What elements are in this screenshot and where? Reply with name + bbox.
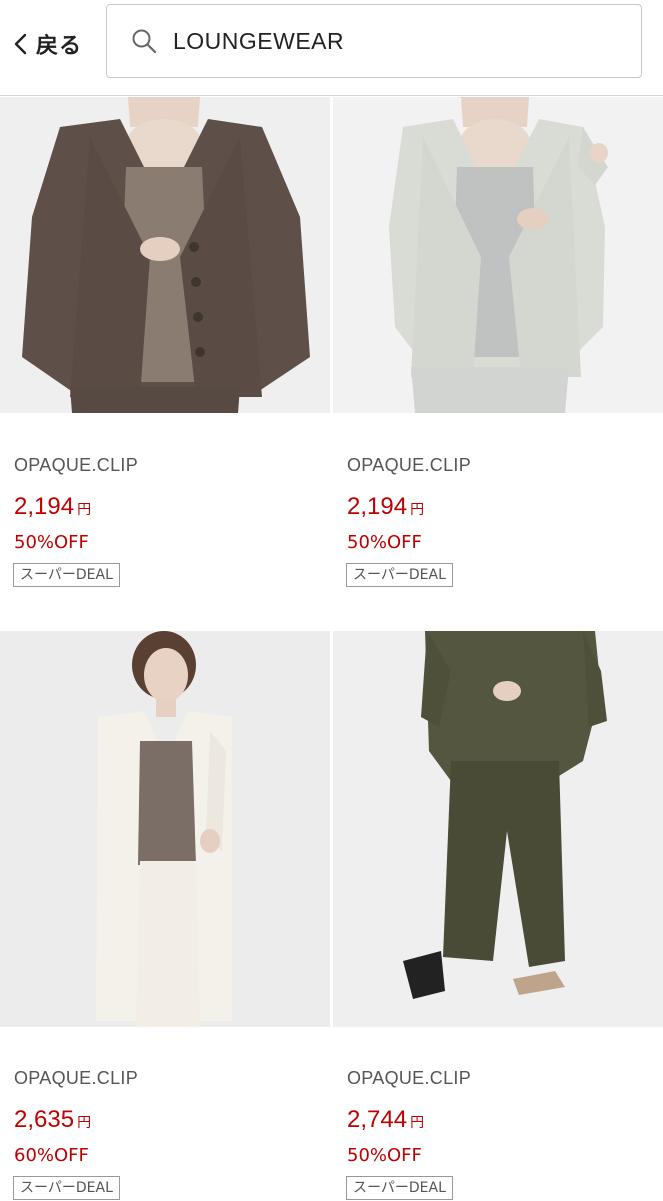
product-image[interactable]: [333, 97, 663, 413]
search-icon: [131, 28, 157, 54]
product-image[interactable]: [0, 97, 330, 413]
brand-name: OPAQUE.CLIP: [14, 455, 139, 475]
brand-name: OPAQUE.CLIP: [347, 455, 472, 475]
currency: 円: [77, 1115, 92, 1131]
currency: 円: [410, 1115, 425, 1131]
price-value: 2,635: [14, 1106, 75, 1133]
search-input[interactable]: [173, 27, 613, 55]
top-bar: 戻る: [0, 0, 663, 96]
price: 2,635 円: [14, 1106, 91, 1134]
super-deal-badge: スーパーDEAL: [346, 1176, 453, 1200]
super-deal-badge: スーパーDEAL: [13, 1176, 120, 1200]
brand-name: OPAQUE.CLIP: [14, 1068, 139, 1088]
price-value: 2,744: [347, 1106, 408, 1133]
price-value: 2,194: [14, 493, 75, 520]
chevron-left-icon: [12, 32, 32, 56]
price-value: 2,194: [347, 493, 408, 520]
discount-label: 50%OFF: [347, 532, 422, 553]
product-image[interactable]: [0, 631, 330, 1027]
product-card[interactable]: OPAQUE.CLIP 2,194 円 50%OFF スーパーDEAL: [333, 97, 663, 617]
back-button[interactable]: 戻る: [12, 26, 82, 62]
back-label: 戻る: [36, 34, 83, 59]
brand-name: OPAQUE.CLIP: [347, 1068, 472, 1088]
price: 2,194 円: [14, 493, 91, 521]
product-card[interactable]: OPAQUE.CLIP 2,194 円 50%OFF スーパーDEAL: [0, 97, 330, 617]
discount-label: 60%OFF: [14, 1145, 89, 1166]
super-deal-badge: スーパーDEAL: [13, 563, 120, 587]
product-image[interactable]: [333, 631, 663, 1027]
product-card[interactable]: OPAQUE.CLIP 2,635 円 60%OFF スーパーDEAL: [0, 631, 330, 1201]
price: 2,194 円: [347, 493, 424, 521]
currency: 円: [410, 502, 425, 518]
product-card[interactable]: OPAQUE.CLIP 2,744 円 50%OFF スーパーDEAL: [333, 631, 663, 1201]
discount-label: 50%OFF: [347, 1145, 422, 1166]
search-bar[interactable]: [106, 4, 642, 78]
discount-label: 50%OFF: [14, 532, 89, 553]
currency: 円: [77, 502, 92, 518]
super-deal-badge: スーパーDEAL: [346, 563, 453, 587]
price: 2,744 円: [347, 1106, 424, 1134]
